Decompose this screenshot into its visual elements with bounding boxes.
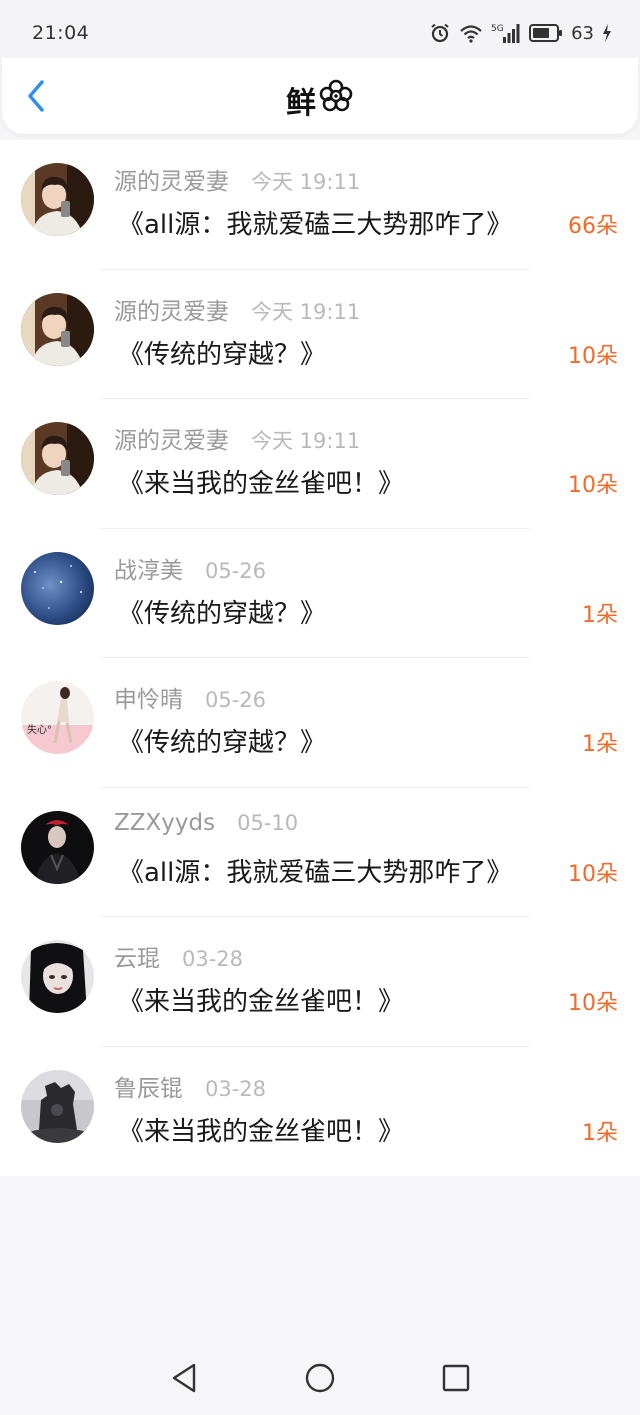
list-item[interactable]: 源的灵爱妻 今天 19:11 《来当我的金丝雀吧！》 10朵 [0, 399, 640, 529]
flower-count: 1朵 [582, 602, 618, 628]
item-meta: ZZXyyds 05-10 [114, 810, 298, 836]
send-time: 03-28 [205, 1076, 267, 1101]
send-time: 05-10 [237, 810, 299, 835]
book-title: 《传统的穿越？》 [118, 598, 327, 629]
flower-count: 10朵 [568, 343, 618, 369]
alarm-icon [429, 22, 451, 44]
sender-name: 云琨 [114, 946, 160, 972]
battery-icon [529, 23, 563, 43]
book-title: 《来当我的金丝雀吧！》 [118, 1116, 405, 1147]
sender-name: 申怜晴 [114, 687, 183, 713]
avatar-image [21, 292, 94, 366]
system-nav-bar [0, 1344, 640, 1415]
item-meta: 战淳美 05-26 [114, 551, 266, 585]
avatar-image [21, 422, 94, 495]
send-time: 05-26 [205, 558, 267, 583]
svg-text:5G: 5G [491, 24, 504, 34]
signal-icon: 5G [491, 22, 521, 44]
avatar[interactable] [21, 1069, 94, 1143]
sender-name: 源的灵爱妻 [114, 428, 229, 454]
nav-home-button[interactable] [300, 1360, 340, 1400]
avatar-image [21, 940, 94, 1013]
gift-list: 源的灵爱妻 今天 19:11 《all源：我就爱磕三大势那咋了》 66朵 源的灵… [0, 140, 640, 1176]
flower-count: 66朵 [568, 214, 618, 239]
nav-back-icon [169, 1362, 199, 1398]
battery-percent: 63 [571, 22, 594, 44]
nav-recents-button[interactable] [436, 1360, 476, 1400]
sender-name: 战淳美 [114, 557, 183, 584]
send-time: 今天 19:11 [251, 170, 361, 194]
book-title: 《传统的穿越？》 [118, 728, 327, 758]
book-title: 《all源：我就爱磕三大势那咋了》 [118, 857, 513, 888]
avatar-image [21, 163, 94, 236]
item-meta: 云琨 03-28 [114, 939, 243, 973]
book-title: 《来当我的金丝雀吧！》 [118, 987, 405, 1017]
book-title: 《来当我的金丝雀吧！》 [118, 469, 405, 499]
flower-count: 1朵 [582, 732, 618, 757]
item-meta: 申怜晴 05-26 [114, 680, 266, 714]
list-item[interactable]: 源的灵爱妻 今天 19:11 《all源：我就爱磕三大势那咋了》 66朵 [0, 140, 640, 270]
sender-name: 源的灵爱妻 [114, 298, 229, 325]
book-title: 《all源：我就爱磕三大势那咋了》 [118, 210, 513, 240]
avatar[interactable]: 失心° [21, 681, 94, 754]
avatar[interactable] [21, 163, 94, 236]
list-item[interactable]: 战淳美 05-26 《传统的穿越？》 1朵 [0, 529, 640, 659]
charging-icon [602, 23, 612, 43]
list-item[interactable]: 失心° 申怜晴 05-26 《传统的穿越？》 1朵 [0, 658, 640, 788]
nav-recents-icon [441, 1363, 471, 1397]
avatar[interactable] [21, 810, 94, 884]
avatar[interactable] [21, 422, 94, 495]
sender-name: ZZXyyds [114, 809, 216, 836]
nav-back-button[interactable] [164, 1360, 204, 1400]
sender-name: 源的灵爱妻 [114, 169, 229, 195]
list-item[interactable]: 云琨 03-28 《来当我的金丝雀吧！》 10朵 [0, 917, 640, 1047]
status-time: 21:04 [32, 22, 90, 44]
avatar-image [21, 1069, 94, 1143]
item-meta: 源的灵爱妻 今天 19:11 [114, 292, 360, 326]
book-title: 《传统的穿越？》 [118, 339, 327, 370]
avatar-image [21, 810, 94, 884]
wifi-icon [459, 23, 483, 43]
header: 鲜 [2, 58, 638, 134]
item-meta: 源的灵爱妻 今天 19:11 [114, 162, 360, 196]
avatar-image: 失心° [21, 681, 94, 754]
send-time: 03-28 [182, 947, 244, 971]
flower-count: 10朵 [568, 473, 618, 498]
send-time: 今天 19:11 [251, 429, 361, 453]
list-item[interactable]: 鲁辰锟 03-28 《来当我的金丝雀吧！》 1朵 [0, 1047, 640, 1177]
flower-count: 1朵 [582, 1120, 618, 1146]
send-time: 05-26 [205, 688, 267, 712]
list-item[interactable]: 源的灵爱妻 今天 19:11 《传统的穿越？》 10朵 [0, 270, 640, 400]
sender-name: 鲁辰锟 [114, 1075, 183, 1102]
send-time: 今天 19:11 [251, 299, 361, 324]
avatar[interactable] [21, 292, 94, 366]
page-title-text: 鲜 [286, 86, 316, 121]
list-item[interactable]: ZZXyyds 05-10 《all源：我就爱磕三大势那咋了》 10朵 [0, 788, 640, 918]
item-meta: 鲁辰锟 03-28 [114, 1069, 266, 1103]
flower-icon [318, 78, 354, 122]
avatar-image [21, 551, 94, 625]
status-icons: 5G 63 [429, 22, 612, 44]
flower-count: 10朵 [568, 861, 618, 887]
flower-count: 10朵 [568, 991, 618, 1016]
avatar-caption: 失心° [27, 723, 52, 736]
nav-home-icon [304, 1362, 336, 1398]
avatar[interactable] [21, 940, 94, 1013]
page-title: 鲜 [2, 78, 638, 122]
avatar[interactable] [21, 551, 94, 625]
item-meta: 源的灵爱妻 今天 19:11 [114, 421, 360, 455]
